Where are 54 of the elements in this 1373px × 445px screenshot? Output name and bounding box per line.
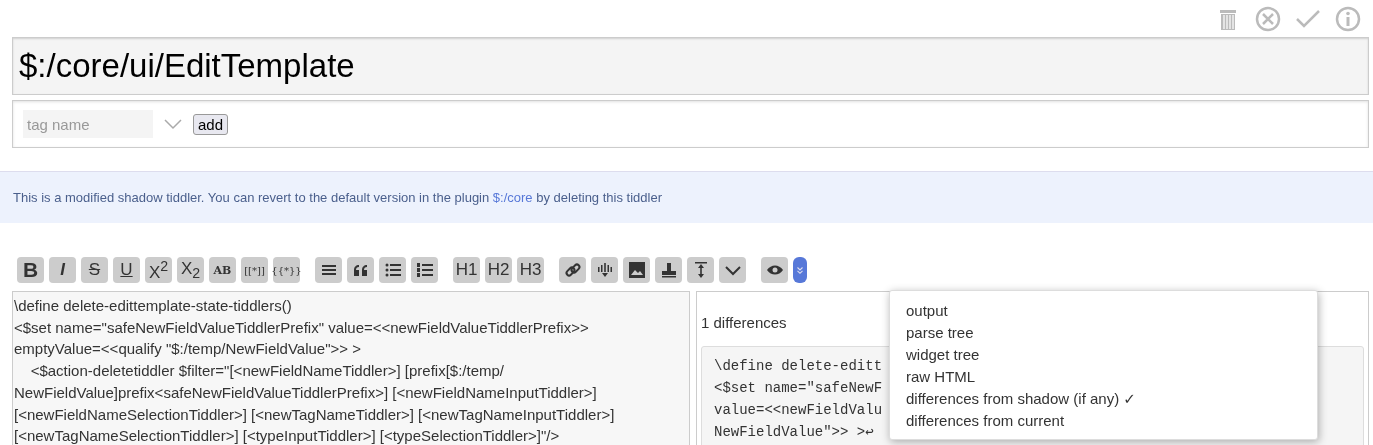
image-icon xyxy=(627,261,646,279)
add-button[interactable]: add xyxy=(193,113,229,135)
editor-line: [<newTagNameSelectionTiddler>] [<typeInputTiddler>] [<typeSelectionTiddler>]"/> xyxy=(14,426,561,445)
format-button[interactable]: B xyxy=(17,257,44,283)
menu-item[interactable]: output xyxy=(906,300,948,322)
notice-text: This is a modified shadow tiddler. You can revert to the default version in the plugin $:/core by deleting this tiddler xyxy=(13,190,662,205)
plugin-link[interactable]: $:/core xyxy=(492,190,533,205)
tag-name-field[interactable]: tag name xyxy=(23,110,153,138)
bullet-list-icon xyxy=(383,261,402,279)
menu-item[interactable]: widget tree xyxy=(906,344,980,366)
text-editor[interactable] xyxy=(12,291,690,445)
double-chevron-button[interactable] xyxy=(793,257,807,283)
format-button[interactable]: H3 xyxy=(517,257,544,283)
format-button[interactable]: AB xyxy=(209,257,236,283)
format-button[interactable]: U xyxy=(113,257,140,283)
bullet-list-button[interactable] xyxy=(379,257,406,283)
transclude-icon xyxy=(595,261,614,279)
editor-line: <$action-deletetiddler $filter="[<newFieldNameTiddler>] [prefix[$:/temp/ xyxy=(29,361,505,382)
stamp-button[interactable] xyxy=(655,257,682,283)
format-button[interactable]: [[*]] xyxy=(241,257,268,283)
differences-summary: 1 differences xyxy=(701,314,788,331)
chevron-down-button[interactable] xyxy=(719,257,746,283)
menu-item[interactable]: differences from current xyxy=(906,410,1065,432)
format-button[interactable]: I xyxy=(49,257,76,283)
format-button[interactable]: H2 xyxy=(485,257,512,283)
stamp-icon xyxy=(659,261,678,279)
image-button[interactable] xyxy=(623,257,650,283)
menu-item[interactable]: raw HTML xyxy=(906,366,976,388)
numbered-list-button[interactable] xyxy=(411,257,438,283)
numbered-list-icon xyxy=(415,261,434,279)
code-line: NewFieldValue">> >↩ xyxy=(714,423,874,442)
format-button[interactable]: X$^{2}$ xyxy=(145,257,172,283)
link-button[interactable] xyxy=(559,257,586,283)
code-line: value=<<newFieldValu xyxy=(714,401,883,420)
editor-line: emptyValue=<<qualify "$:/temp/NewFieldValue">> > xyxy=(14,339,362,360)
editor-line: [<newFieldNameSelectionTiddler>] [<newTagNameTiddler>] [<newTagNameInputTiddler>] xyxy=(14,404,616,425)
format-button[interactable]: X$_{2}$ xyxy=(177,257,204,283)
editor-line: <$set name="safeNewFieldValueTiddlerPrefix" value=<<newFieldValueTiddlerPrefix>> xyxy=(14,317,590,338)
format-button[interactable]: S xyxy=(81,257,108,283)
resize-button[interactable] xyxy=(687,257,714,283)
format-button[interactable]: H1 xyxy=(453,257,480,283)
eye-button[interactable] xyxy=(761,257,788,283)
editor-line: NewFieldValue]prefix<safeNewFieldValueTiddlerPrefix>] [<newFieldNameInputTiddler>] xyxy=(14,382,598,403)
menu-item[interactable]: differences from shadow (if any) ✓ xyxy=(906,388,1136,410)
format-button[interactable]: {{*}} xyxy=(273,257,300,283)
code-line: <$set name="safeNewF xyxy=(714,379,883,398)
title-field[interactable]: $:/core/ui/EditTemplate xyxy=(12,37,1369,95)
editor-line: \define delete-edittemplate-state-tiddlers() xyxy=(14,296,293,316)
link-icon xyxy=(563,261,582,279)
transclude-button[interactable] xyxy=(591,257,618,283)
code-line: \define delete-editt xyxy=(714,357,883,376)
double-chevron-icon xyxy=(795,264,805,276)
quote-button[interactable] xyxy=(347,257,374,283)
menu-item[interactable]: parse tree xyxy=(906,322,974,344)
